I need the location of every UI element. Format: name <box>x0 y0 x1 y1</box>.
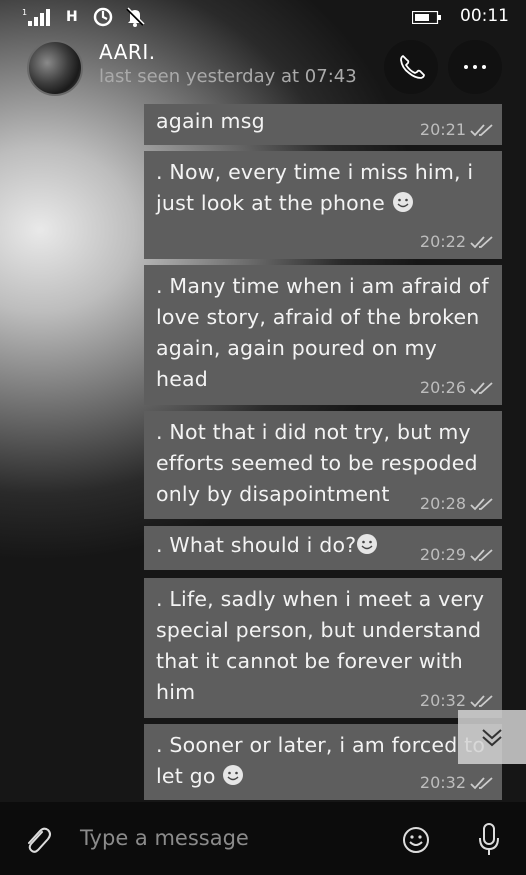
message-bubble[interactable]: . What should i do? 20:29 <box>144 526 502 570</box>
phone-icon <box>400 55 425 79</box>
last-seen-status: last seen yesterday at 07:43 <box>99 66 357 87</box>
smiley-emoji <box>357 534 378 554</box>
message-time: 20:32 <box>419 691 466 710</box>
message-input[interactable]: Type a message <box>80 826 249 850</box>
message-bubble[interactable]: again msg 20:21 <box>144 104 502 145</box>
message-input-bar: Type a message <box>0 802 526 875</box>
message-bubble[interactable]: . Not that i did not try, but my efforts… <box>144 411 502 519</box>
bell-off-icon <box>126 7 145 27</box>
message-time: 20:26 <box>419 378 466 397</box>
double-check-icon <box>470 235 493 248</box>
signal-icon: 1 <box>22 8 50 26</box>
status-time: 00:11 <box>460 6 509 26</box>
double-check-icon <box>470 548 493 561</box>
double-check-icon <box>470 694 493 707</box>
message-bubble[interactable]: . Many time when i am afraid of love sto… <box>144 265 502 405</box>
double-check-icon <box>470 381 493 394</box>
more-icon <box>464 65 486 69</box>
message-time: 20:29 <box>419 545 466 564</box>
message-text: . Life, sadly when i meet a very special… <box>156 587 485 704</box>
message-time: 20:28 <box>419 494 466 513</box>
message-text: . Many time when i am afraid of love sto… <box>156 274 489 391</box>
message-time: 20:21 <box>419 120 466 139</box>
message-time: 20:22 <box>419 232 466 251</box>
scroll-down-button[interactable] <box>458 710 526 764</box>
smiley-emoji <box>392 192 413 212</box>
sync-icon <box>93 7 113 27</box>
avatar[interactable] <box>27 40 83 96</box>
svg-text:1: 1 <box>22 8 27 17</box>
chat-header: AARI. last seen yesterday at 07:43 <box>0 34 526 100</box>
battery-icon <box>412 11 441 24</box>
more-button[interactable] <box>448 40 502 94</box>
message-time: 20:32 <box>419 773 466 792</box>
double-check-icon <box>470 123 493 136</box>
message-bubble[interactable]: . Sooner or later, i am forced to let go… <box>144 724 502 800</box>
double-check-icon <box>470 497 493 510</box>
smiley-emoji <box>223 765 244 785</box>
status-bar: 1 H 00:11 <box>0 0 526 34</box>
network-type: H <box>66 9 78 25</box>
smiley-icon[interactable] <box>402 826 430 854</box>
message-bubble[interactable]: . Now, every time i miss him, i just loo… <box>144 151 502 259</box>
message-bubble[interactable]: . Life, sadly when i meet a very special… <box>144 578 502 718</box>
contact-name[interactable]: AARI. <box>99 40 156 64</box>
chevron-down-icon <box>482 729 502 747</box>
call-button[interactable] <box>384 40 438 94</box>
paperclip-icon[interactable] <box>22 824 52 856</box>
microphone-icon[interactable] <box>478 822 500 858</box>
double-check-icon <box>470 776 493 789</box>
message-text: . Now, every time i miss him, i just loo… <box>156 160 474 215</box>
